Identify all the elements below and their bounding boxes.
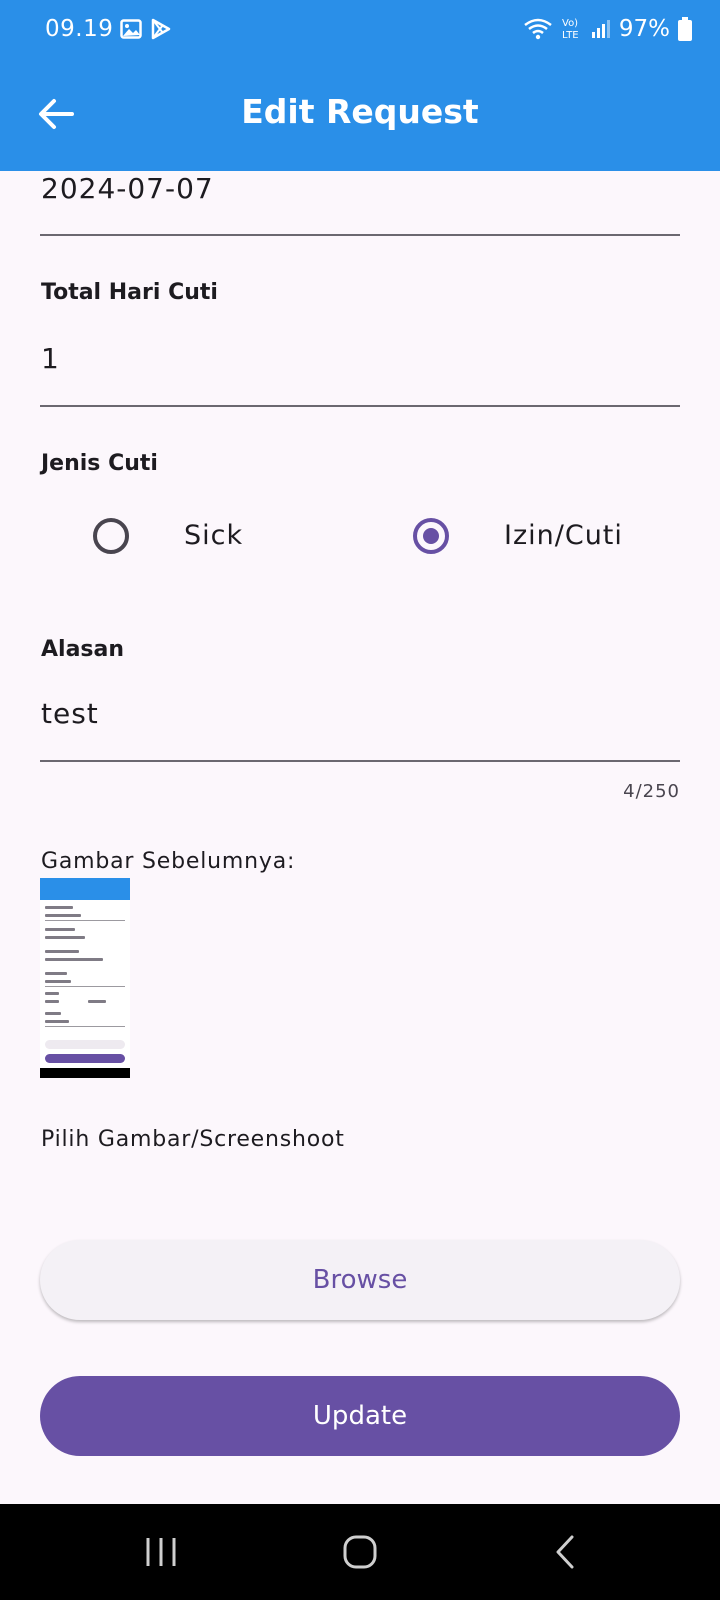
volte-icon: Vo) LTE <box>562 18 579 41</box>
gallery-icon <box>120 19 142 39</box>
browse-button[interactable]: Browse <box>40 1240 680 1320</box>
svg-text:Vo): Vo) <box>562 18 578 29</box>
reason-label: Alasan <box>41 637 125 662</box>
system-nav-bar <box>0 1504 720 1600</box>
radio-sick-label[interactable]: Sick <box>184 520 243 551</box>
total-days-label: Total Hari Cuti <box>41 280 218 305</box>
radio-izin-cuti[interactable] <box>413 518 449 554</box>
total-days-field[interactable]: 1 <box>41 342 60 375</box>
radio-sick[interactable] <box>93 518 129 554</box>
status-bar: 09.19 Vo) LTE 97% <box>0 0 720 62</box>
app-bar: Edit Request <box>0 62 720 171</box>
home-icon[interactable] <box>340 1532 380 1572</box>
pick-image-label: Pilih Gambar/Screenshoot <box>41 1127 345 1152</box>
update-button[interactable]: Update <box>40 1376 680 1456</box>
page-title: Edit Request <box>241 92 479 131</box>
play-store-icon <box>151 18 171 40</box>
reason-field[interactable]: test <box>41 697 99 730</box>
status-left-icons <box>120 18 172 40</box>
battery-percent: 97% <box>618 16 670 42</box>
date-field[interactable]: 2024-07-07 <box>41 172 214 205</box>
back-icon[interactable] <box>546 1532 586 1572</box>
svg-text:LTE: LTE <box>562 30 579 41</box>
status-right-icons: Vo) LTE 97% <box>523 16 692 42</box>
battery-icon <box>678 17 692 41</box>
wifi-icon <box>524 18 552 40</box>
previous-image-label: Gambar Sebelumnya: <box>41 849 296 874</box>
signal-icon <box>591 20 610 38</box>
previous-image-thumbnail[interactable] <box>40 878 130 1078</box>
reason-char-counter: 4/250 <box>623 781 680 802</box>
recent-apps-icon[interactable] <box>142 1532 182 1572</box>
leave-type-label: Jenis Cuti <box>41 451 158 476</box>
status-time: 09.19 <box>45 16 114 42</box>
radio-izin-cuti-label[interactable]: Izin/Cuti <box>504 520 623 551</box>
total-days-underline <box>40 405 680 407</box>
reason-underline <box>40 760 680 762</box>
date-field-underline <box>40 234 680 236</box>
